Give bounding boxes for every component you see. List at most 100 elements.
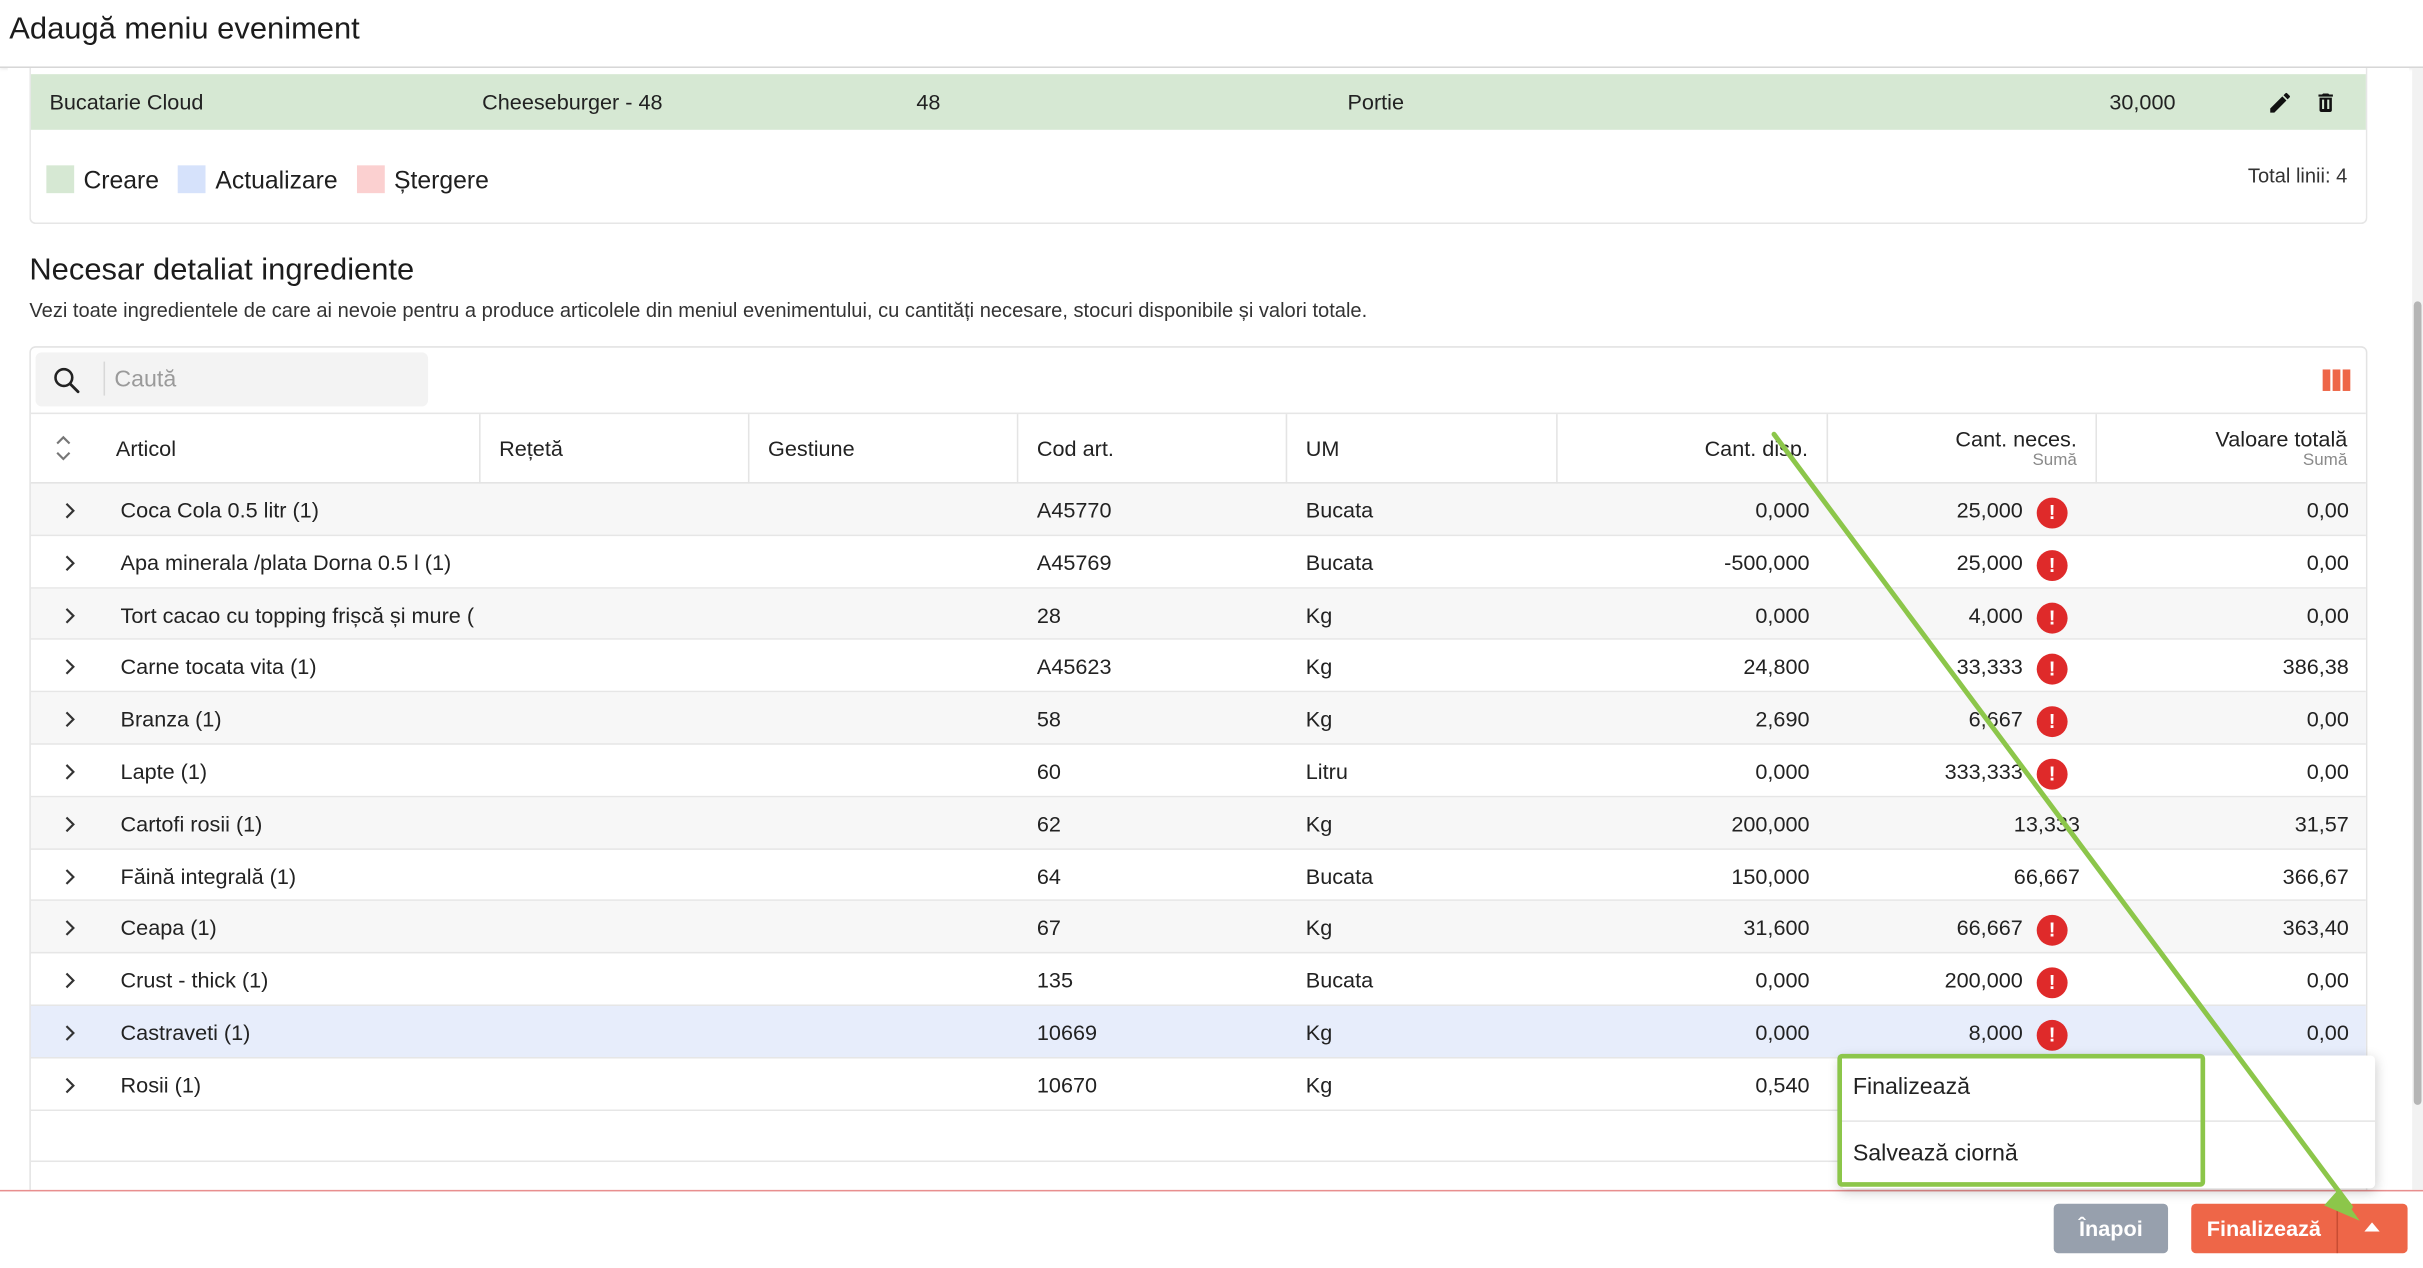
cell-cant-neces: 66,667 <box>2013 863 2080 888</box>
menu-item-finalize[interactable]: Finalizează <box>1840 1055 2376 1122</box>
legend-label-delete: Ștergere <box>394 168 489 195</box>
menu-item-row-created[interactable]: Bucatarie Cloud Cheeseburger - 48 48 Por… <box>30 74 2366 130</box>
table-row[interactable]: Lapte (1) 60 Litru 0,000 333,333! 0,00 <box>30 744 2366 798</box>
cell-articol: Făină integrală (1) <box>120 863 297 888</box>
cell-cod: 67 <box>1036 915 1061 941</box>
cell-articol: Castraveti (1) <box>120 1019 251 1045</box>
chevron-right-icon[interactable] <box>63 607 75 624</box>
cell-cod: 28 <box>1036 602 1061 627</box>
search-input[interactable] <box>103 361 413 396</box>
finalize-split-button: Finalizează <box>2191 1203 2408 1254</box>
chevron-right-icon[interactable] <box>63 816 75 833</box>
col-cant-neces-sub: Sumă <box>2032 451 2077 470</box>
col-cant-neces[interactable]: Cant. neces. Sumă <box>1828 414 2097 486</box>
section-description: Vezi toate ingredientele de care ai nevo… <box>29 298 1368 322</box>
col-articol[interactable]: Articol <box>31 414 481 486</box>
finalize-button[interactable]: Finalizează <box>2191 1204 2336 1253</box>
menu-item-save-draft-label: Salvează ciornă <box>1852 1140 2018 1167</box>
table-row[interactable]: Coca Cola 0.5 litr (1) A45770 Bucata 0,000 2… <box>30 483 2366 536</box>
cell-cant-neces: 25,000 <box>1956 549 2023 575</box>
cell-valoare: 0,00 <box>2306 758 2349 784</box>
col-um[interactable]: UM <box>1287 414 1558 486</box>
alert-icon: ! <box>2036 654 2068 686</box>
table-row[interactable]: Făină integrală (1) 64 Bucata 150,000 66,667… <box>30 849 2366 902</box>
title-bar: Adaugă meniu eveniment <box>0 0 2423 68</box>
table-row[interactable]: Ceapa (1) 67 Kg 31,600 66,667! 363,40 <box>30 901 2366 954</box>
finalize-dropdown-menu: Finalizează Salvează ciornă <box>1840 1055 2376 1189</box>
chevron-right-icon[interactable] <box>63 868 75 885</box>
scrollbar-thumb[interactable] <box>2413 301 2422 1105</box>
row-value: 30,000 <box>2109 89 2176 115</box>
cell-cant-disp: 0,000 <box>1755 497 1810 523</box>
chevron-right-icon[interactable] <box>63 659 75 676</box>
table-row[interactable]: Tort cacao cu topping frișcă și mure (28… <box>30 588 2366 641</box>
cell-um: Kg <box>1305 706 1333 732</box>
cell-um: Kg <box>1305 1072 1333 1097</box>
cell-cant-disp: 200,000 <box>1731 810 1810 836</box>
chevron-right-icon[interactable] <box>63 972 75 989</box>
cell-valoare: 386,38 <box>2282 654 2349 679</box>
cell-cant-disp: 24,800 <box>1743 654 1810 679</box>
chevron-right-icon[interactable] <box>63 920 75 937</box>
edit-pencil-icon[interactable] <box>2267 90 2293 116</box>
alert-icon: ! <box>2036 602 2068 633</box>
alert-icon: ! <box>2036 497 2068 529</box>
col-gestiune-label: Gestiune <box>768 435 855 461</box>
table-row[interactable]: Crust - thick (1) 135 Bucata 0,000 200,000! 0… <box>30 953 2366 1006</box>
cell-articol: Coca Cola 0.5 litr (1) <box>120 497 319 523</box>
col-valoare[interactable]: Valoare totală Sumă <box>2097 414 2366 485</box>
cell-cod: 10670 <box>1036 1072 1098 1097</box>
cell-articol: Lapte (1) <box>120 758 208 784</box>
cell-um: Bucata <box>1305 549 1374 575</box>
cell-cod: 64 <box>1036 863 1061 888</box>
cell-cant-disp: 0,000 <box>1755 967 1810 993</box>
search-icon <box>54 367 80 394</box>
menu-item-save-draft[interactable]: Salvează ciornă <box>1840 1122 2375 1188</box>
cell-um: Kg <box>1305 810 1333 836</box>
menu-item-finalize-label: Finalizează <box>1852 1073 1971 1101</box>
alert-icon: ! <box>2036 967 2068 999</box>
chevron-right-icon[interactable] <box>63 711 75 728</box>
section-title: Necesar detaliat ingrediente <box>29 253 415 288</box>
cell-cod: 60 <box>1036 758 1061 784</box>
table-row[interactable]: Carne tocata vita (1) A45623 Kg 24,800 33,33… <box>30 640 2366 693</box>
col-um-label: UM <box>1305 435 1340 461</box>
cell-cant-disp: 2,690 <box>1755 706 1810 732</box>
cell-valoare: 0,00 <box>2306 497 2349 523</box>
cell-valoare: 0,00 <box>2306 706 2349 732</box>
alert-icon: ! <box>2036 758 2068 790</box>
cell-cant-disp: 0,540 <box>1755 1072 1810 1097</box>
back-button[interactable]: Înapoi <box>2053 1203 2169 1254</box>
change-legend: Creare Actualizare Ștergere <box>46 165 501 196</box>
table-row[interactable]: Castraveti (1) 10669 Kg 0,000 8,000! 0,00 <box>30 1005 2366 1059</box>
col-reteta[interactable]: Rețetă <box>481 414 750 486</box>
col-cant-disp-label: Cant. disp. <box>1704 435 1809 461</box>
cell-cant-neces: 8,000 <box>1968 1019 2023 1045</box>
table-row[interactable]: Cartofi rosii (1) 62 Kg 200,000 13,333 31,57 <box>30 797 2366 850</box>
legend-swatch-delete <box>356 165 385 194</box>
cell-um: Kg <box>1305 602 1333 627</box>
alert-icon: ! <box>2036 706 2068 738</box>
table-row[interactable]: Apa minerala /plata Dorna 0.5 l (1) A4576… <box>30 535 2366 589</box>
cell-valoare: 0,00 <box>2306 602 2349 627</box>
cell-articol: Apa minerala /plata Dorna 0.5 l (1) <box>120 549 452 575</box>
col-cant-disp[interactable]: Cant. disp. <box>1558 414 1829 486</box>
cell-cant-disp: 0,000 <box>1755 1019 1810 1045</box>
trash-icon[interactable] <box>2313 90 2338 116</box>
table-row[interactable]: Branza (1) 58 Kg 2,690 6,667! 0,00 <box>30 692 2366 745</box>
col-cod[interactable]: Cod art. <box>1018 414 1288 486</box>
cell-cant-neces: 6,667 <box>1968 706 2023 732</box>
chevron-right-icon[interactable] <box>63 1024 75 1041</box>
cell-cant-neces: 4,000 <box>1968 602 2023 627</box>
col-gestiune[interactable]: Gestiune <box>749 414 1019 486</box>
chevron-right-icon[interactable] <box>63 763 75 780</box>
chevron-right-icon[interactable] <box>63 1077 75 1094</box>
columns-toggle-icon[interactable] <box>2322 369 2351 391</box>
row-location: Bucatarie Cloud <box>49 89 204 115</box>
legend-label-create: Creare <box>83 168 160 195</box>
app-root: Adaugă meniu eveniment Bucatarie Cloud C… <box>0 0 2423 1268</box>
row-unit: Portie <box>1347 89 1405 115</box>
chevron-right-icon[interactable] <box>63 554 75 571</box>
chevron-right-icon[interactable] <box>63 502 75 519</box>
finalize-dropdown-toggle[interactable] <box>2338 1204 2408 1253</box>
